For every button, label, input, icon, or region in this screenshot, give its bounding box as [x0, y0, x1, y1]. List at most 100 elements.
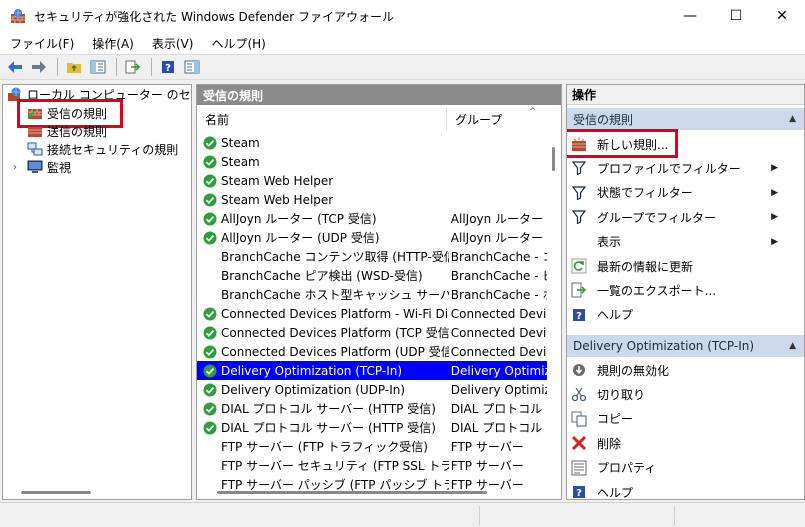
rule-name: AllJoyn ルーター (UDP 受信): [221, 231, 380, 245]
table-row[interactable]: Delivery Optimization (TCP-In) Delivery O…: [197, 361, 547, 380]
section-title: Delivery Optimization (TCP-In): [573, 339, 755, 353]
rule-name: AllJoyn ルーター (TCP 受信): [221, 212, 377, 226]
action-item[interactable]: ? ヘルプ: [567, 480, 804, 499]
tree-item-monitoring[interactable]: › 監視: [9, 158, 71, 176]
rule-name: FTP サーバー セキュリティ (FTP SSL トラフィック...: [221, 459, 449, 473]
table-row[interactable]: AllJoyn ルーター (UDP 受信) AllJoyn ルーター: [197, 228, 547, 247]
vertical-scrollbar-thumb[interactable]: [552, 147, 555, 171]
submenu-arrow-icon: ▶: [771, 212, 778, 223]
delete-icon: [571, 435, 587, 451]
rule-group: BranchCache - コ: [450, 250, 547, 264]
svg-text:?: ?: [576, 488, 582, 499]
rule-name: Connected Devices Platform - Wi-Fi Direc…: [221, 306, 449, 321]
actions-section-selected-rule[interactable]: Delivery Optimization (TCP-In) ▲: [567, 335, 804, 357]
action-item[interactable]: 状態でフィルター ▶: [567, 181, 804, 205]
enabled-check-icon: [203, 231, 217, 244]
table-row[interactable]: FTP サーバー セキュリティ (FTP SSL トラフィック...FTP サー…: [197, 456, 547, 475]
submenu-arrow-icon: ▶: [771, 236, 778, 247]
submenu-arrow-icon: ▶: [771, 187, 778, 198]
menu-file[interactable]: ファイル(F): [0, 35, 82, 52]
horizontal-scrollbar[interactable]: [217, 491, 487, 494]
navigation-tree-pane: ローカル コンピューター のセキュリティ 受信の規則 送信の規則 接続セキュリテ…: [2, 84, 192, 500]
rule-name: BranchCache コンテンツ取得 (HTTP-受信): [221, 250, 449, 264]
table-row[interactable]: Steam: [197, 133, 547, 152]
help-icon: ?: [571, 307, 587, 323]
enabled-check-icon: [203, 383, 217, 396]
tree-item-outbound-rules[interactable]: 送信の規則: [27, 122, 107, 140]
chevron-right-icon[interactable]: ›: [9, 162, 21, 173]
enabled-check-icon: [203, 174, 217, 187]
export-list-button[interactable]: [122, 57, 144, 77]
list-pane-header: 受信の規則: [197, 85, 561, 105]
filter-icon: [571, 185, 587, 201]
action-item[interactable]: 表示 ▶: [567, 230, 804, 254]
tree-item-connection-security-rules[interactable]: 接続セキュリティの規則: [27, 140, 178, 158]
rule-group: Delivery Optimiza: [450, 363, 547, 378]
action-item[interactable]: 削除: [567, 431, 804, 455]
back-button[interactable]: [4, 57, 26, 77]
vertical-scrollbar[interactable]: [547, 105, 561, 499]
action-item[interactable]: コピー: [567, 407, 804, 431]
tree-item-label: 接続セキュリティの規則: [47, 142, 179, 157]
action-item[interactable]: 切り取り: [567, 382, 804, 406]
actions-section-inbound-rules[interactable]: 受信の規則 ▲: [567, 108, 804, 130]
maximize-button[interactable]: ☐: [713, 0, 759, 32]
column-header-label: 名前: [205, 112, 230, 127]
toolbar-separator: [151, 58, 152, 76]
action-item[interactable]: 最新の情報に更新: [567, 254, 804, 278]
rule-group: AllJoyn ルーター: [450, 231, 544, 245]
window-title: セキュリティが強化された Windows Defender ファイアウォール: [34, 9, 395, 24]
table-row[interactable]: Connected Devices Platform (UDP 受信) Conne…: [197, 342, 547, 361]
close-button[interactable]: ✕: [759, 0, 805, 32]
minimize-button[interactable]: —: [667, 0, 713, 32]
show-hide-tree-button[interactable]: [87, 57, 109, 77]
enabled-check-icon: [203, 364, 217, 377]
collapse-up-icon[interactable]: ▲: [789, 114, 796, 124]
enabled-check-icon: [203, 345, 217, 358]
collapse-up-icon[interactable]: ▲: [789, 341, 796, 351]
table-row[interactable]: DIAL プロトコル サーバー (HTTP 受信) DIAL プロトコル サ: [197, 418, 547, 437]
column-header-name[interactable]: 名前: [197, 107, 447, 131]
table-row[interactable]: Steam Web Helper: [197, 190, 547, 209]
action-label: プロパティ: [597, 461, 657, 476]
table-row[interactable]: FTP サーバー (FTP トラフィック受信) FTP サーバー: [197, 437, 547, 456]
menu-view[interactable]: 表示(V): [142, 35, 202, 52]
table-row[interactable]: AllJoyn ルーター (TCP 受信) AllJoyn ルーター: [197, 209, 547, 228]
help-icon: ?: [162, 61, 174, 74]
action-item[interactable]: グループでフィルター ▶: [567, 205, 804, 229]
action-item[interactable]: 一覧のエクスポート...: [567, 278, 804, 302]
show-hide-action-pane-button[interactable]: [181, 57, 203, 77]
help-button[interactable]: ?: [157, 57, 179, 77]
action-label: 一覧のエクスポート...: [597, 283, 717, 298]
menu-help[interactable]: ヘルプ(H): [201, 35, 273, 52]
horizontal-scrollbar[interactable]: [21, 491, 91, 494]
table-row[interactable]: Steam Web Helper: [197, 171, 547, 190]
table-row[interactable]: BranchCache コンテンツ取得 (HTTP-受信) BranchCache…: [197, 247, 547, 266]
table-row[interactable]: DIAL プロトコル サーバー (HTTP 受信) DIAL プロトコル サ: [197, 399, 547, 418]
table-row[interactable]: Steam: [197, 152, 547, 171]
enabled-check-icon: [203, 193, 217, 206]
action-item[interactable]: プロパティ: [567, 456, 804, 480]
enabled-check-icon: [203, 136, 217, 149]
table-row[interactable]: BranchCache ホスト型キャッシュ サーバー (HT...BranchC…: [197, 285, 547, 304]
sort-ascending-icon: ^: [529, 107, 537, 117]
show-hide-action-pane-icon: [184, 60, 200, 74]
rule-group: Connected Devic: [450, 344, 547, 359]
forward-button[interactable]: [28, 57, 50, 77]
table-row[interactable]: BranchCache ピア検出 (WSD-受信) BranchCache - ピ: [197, 266, 547, 285]
menu-action[interactable]: 操作(A): [82, 35, 142, 52]
folder-up-icon: [67, 63, 81, 73]
svg-text:?: ?: [576, 311, 582, 322]
action-label: 削除: [597, 436, 622, 451]
action-item[interactable]: ? ヘルプ: [567, 303, 804, 327]
menu-bar: ファイル(F) 操作(A) 表示(V) ヘルプ(H): [0, 32, 805, 54]
table-row[interactable]: Connected Devices Platform (TCP 受信) Conne…: [197, 323, 547, 342]
forward-arrow-icon: [32, 61, 46, 73]
table-row[interactable]: Connected Devices Platform - Wi-Fi Direc…: [197, 304, 547, 323]
copy-icon: [571, 411, 587, 427]
up-one-level-button[interactable]: [63, 57, 85, 77]
rule-group: BranchCache - ピ: [450, 269, 547, 283]
action-item[interactable]: 規則の無効化: [567, 358, 804, 382]
table-row[interactable]: Delivery Optimization (UDP-In) Delivery O…: [197, 380, 547, 399]
action-item[interactable]: プロファイルでフィルター ▶: [567, 156, 804, 180]
